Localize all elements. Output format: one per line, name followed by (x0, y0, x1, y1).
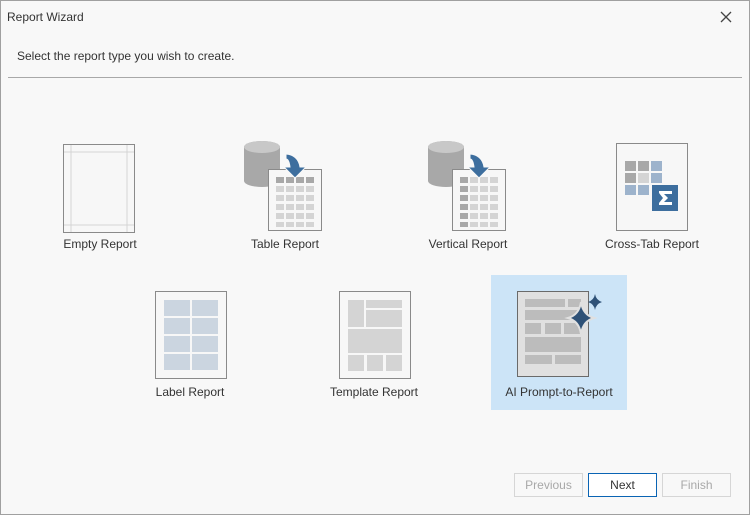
instruction-text: Select the report type you wish to creat… (17, 49, 235, 63)
report-type-label-report[interactable]: Label Report (130, 280, 250, 405)
report-type-label: AI Prompt-to-Report (505, 385, 613, 399)
finish-button[interactable]: Finish (662, 473, 731, 497)
table-report-icon (244, 141, 322, 231)
report-type-table[interactable]: Table Report (225, 135, 345, 260)
report-type-label: Empty Report (63, 237, 137, 251)
cross-tab-report-icon (616, 143, 688, 231)
previous-button[interactable]: Previous (514, 473, 583, 497)
empty-report-icon (63, 144, 135, 233)
label-report-icon (155, 291, 227, 379)
next-button[interactable]: Next (588, 473, 657, 497)
report-type-vertical[interactable]: Vertical Report (408, 135, 528, 260)
template-report-icon (339, 291, 411, 379)
report-type-template[interactable]: Template Report (314, 280, 434, 405)
report-type-cross-tab[interactable]: Cross-Tab Report (592, 135, 712, 260)
report-type-label: Table Report (250, 237, 320, 251)
report-type-empty[interactable]: Empty Report (40, 135, 160, 260)
report-type-label: Vertical Report (428, 237, 508, 251)
report-type-label: Label Report (155, 385, 225, 399)
vertical-report-icon (428, 141, 506, 231)
ai-sparkle-report-icon (517, 291, 602, 377)
report-type-label: Template Report (329, 385, 419, 399)
window-title: Report Wizard (7, 10, 84, 24)
report-type-ai-prompt[interactable]: AI Prompt-to-Report (491, 275, 627, 410)
divider (8, 77, 742, 78)
report-type-label: Cross-Tab Report (604, 237, 700, 251)
close-icon (720, 11, 732, 23)
close-button[interactable] (716, 7, 736, 27)
